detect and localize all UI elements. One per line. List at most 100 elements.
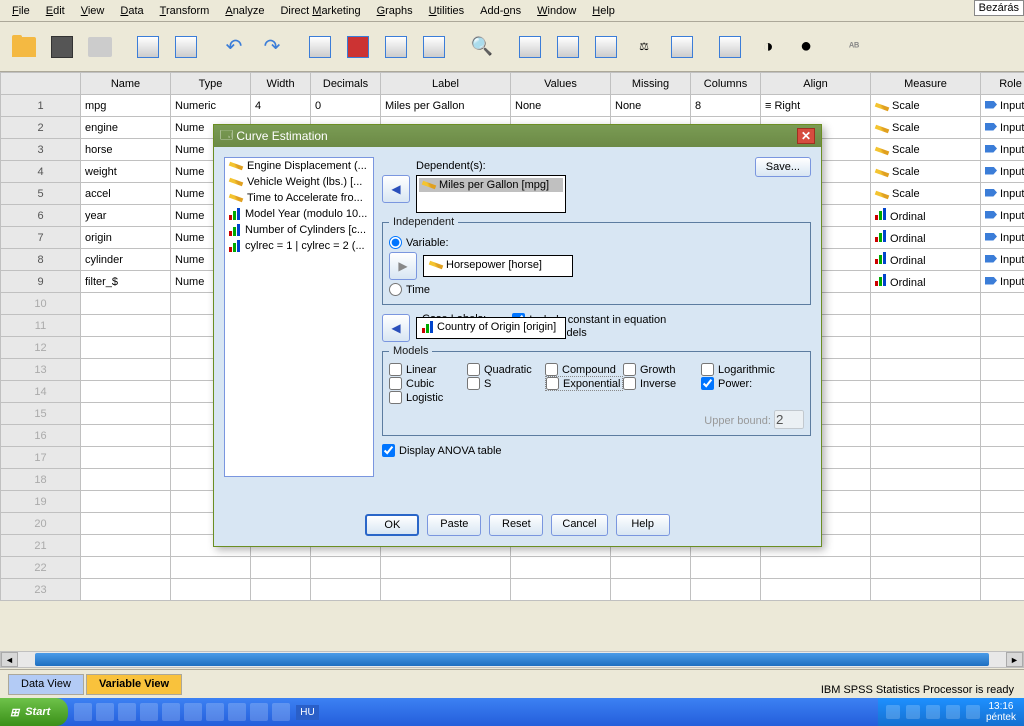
paste-button[interactable]: Paste [427, 514, 481, 536]
reset-button[interactable]: Reset [489, 514, 543, 536]
start-button[interactable]: ⊞ Start [0, 698, 68, 726]
model-compound-check[interactable] [545, 363, 558, 376]
language-indicator[interactable]: HU [296, 705, 318, 720]
menu-direct-marketing[interactable]: Direct Marketing [272, 5, 368, 17]
display-anova-check[interactable] [382, 444, 395, 457]
move-caselabel-button[interactable] [382, 314, 410, 342]
column-header[interactable]: Name [81, 73, 171, 95]
grid2-button[interactable] [168, 29, 204, 65]
help-button[interactable]: Help [616, 514, 670, 536]
cancel-button[interactable]: Cancel [551, 514, 607, 536]
menu-utilities[interactable]: Utilities [421, 5, 472, 17]
column-header[interactable]: Width [251, 73, 311, 95]
menu-edit[interactable]: Edit [38, 5, 73, 17]
clock: 13:16péntek [986, 701, 1016, 723]
dialog-titlebar[interactable]: 🗔 Curve Estimation ✕ [214, 125, 821, 147]
grid-button[interactable] [130, 29, 166, 65]
open-button[interactable] [6, 29, 42, 65]
table-row[interactable]: 1mpgNumeric40Miles per GallonNoneNone8≡ … [1, 95, 1024, 117]
model-cubic-check[interactable] [389, 377, 402, 390]
redo-button[interactable] [254, 29, 290, 65]
systray[interactable]: 13:16péntek [878, 698, 1024, 726]
scale-icon [229, 162, 244, 171]
tool-button[interactable] [550, 29, 586, 65]
model-linear-check[interactable] [389, 363, 402, 376]
tool-button[interactable]: ● [788, 29, 824, 65]
variable-list-item[interactable]: Engine Displacement (... [225, 158, 373, 174]
column-header[interactable]: Missing [611, 73, 691, 95]
model-quadratic-check[interactable] [467, 363, 480, 376]
tool-button[interactable] [664, 29, 700, 65]
variable-list[interactable]: Engine Displacement (...Vehicle Weight (… [224, 157, 374, 477]
data-view-tab[interactable]: Data View [8, 674, 84, 695]
column-header[interactable]: Decimals [311, 73, 381, 95]
model-logarithmic-check[interactable] [701, 363, 714, 376]
scale-icon [875, 124, 890, 133]
model-exponential-check[interactable] [546, 377, 559, 390]
tool-button[interactable] [712, 29, 748, 65]
model-power-check[interactable] [701, 377, 714, 390]
model-inverse-check[interactable] [623, 377, 636, 390]
variable-list-item[interactable]: Number of Cylinders [c... [225, 222, 373, 238]
status-bar: IBM SPSS Statistics Processor is ready [815, 682, 1020, 698]
dialog-close-button[interactable]: ✕ [797, 128, 815, 144]
variable-list-item[interactable]: Time to Accelerate fro... [225, 190, 373, 206]
column-header[interactable]: Values [511, 73, 611, 95]
quicklaunch[interactable] [74, 703, 290, 721]
move-dependent-button[interactable] [382, 175, 410, 203]
column-header[interactable]: Align [761, 73, 871, 95]
ordinal-icon [875, 230, 887, 242]
variable-list-item[interactable]: cylrec = 1 | cylrec = 2 (... [225, 238, 373, 254]
menu-help[interactable]: Help [584, 5, 623, 17]
menu-file[interactable]: File [4, 5, 38, 17]
taskbar: ⊞ Start HU 13:16péntek [0, 698, 1024, 726]
tool-button[interactable]: ⚖ [626, 29, 662, 65]
move-independent-button[interactable] [389, 252, 417, 280]
model-growth-check[interactable] [623, 363, 636, 376]
tool-button[interactable] [512, 29, 548, 65]
tool-button[interactable] [588, 29, 624, 65]
tool-button[interactable] [416, 29, 452, 65]
dependent-field[interactable]: Miles per Gallon [mpg] [416, 175, 566, 213]
save-button[interactable] [44, 29, 80, 65]
independent-field[interactable]: Horsepower [horse] [423, 255, 573, 277]
column-header[interactable]: Label [381, 73, 511, 95]
table-row[interactable]: 22 [1, 557, 1024, 579]
tool-button[interactable] [340, 29, 376, 65]
menu-data[interactable]: Data [112, 5, 151, 17]
tool-button[interactable] [302, 29, 338, 65]
case-labels-field[interactable]: Country of Origin [origin] [416, 317, 566, 339]
undo-button[interactable] [216, 29, 252, 65]
model-s-check[interactable] [467, 377, 480, 390]
horizontal-scrollbar[interactable]: ◄► [0, 651, 1024, 668]
table-row[interactable]: 23 [1, 579, 1024, 601]
input-icon [985, 255, 997, 263]
menu-analyze[interactable]: Analyze [217, 5, 272, 17]
column-header[interactable]: Type [171, 73, 251, 95]
variable-view-tab[interactable]: Variable View [86, 674, 182, 695]
ok-button[interactable]: OK [365, 514, 419, 536]
variable-radio[interactable] [389, 236, 402, 249]
dialog-title: Curve Estimation [236, 129, 327, 143]
tool-button[interactable]: ◑ [750, 29, 786, 65]
menu-view[interactable]: View [73, 5, 113, 17]
find-button[interactable]: 🔍 [464, 29, 500, 65]
time-radio[interactable] [389, 283, 402, 296]
column-header[interactable]: Columns [691, 73, 761, 95]
ordinal-icon [229, 208, 241, 220]
variable-list-item[interactable]: Vehicle Weight (lbs.) [... [225, 174, 373, 190]
column-header[interactable]: Role [981, 73, 1024, 95]
tool-button[interactable] [378, 29, 414, 65]
menu-graphs[interactable]: Graphs [369, 5, 421, 17]
model-logistic-check[interactable] [389, 391, 402, 404]
windows-icon: ⊞ [10, 706, 19, 719]
print-button[interactable] [82, 29, 118, 65]
column-header[interactable]: Measure [871, 73, 981, 95]
variable-list-item[interactable]: Model Year (modulo 10... [225, 206, 373, 222]
menu-addons[interactable]: Add-ons [472, 5, 529, 17]
spell-button[interactable]: ᴬᴮ [836, 29, 872, 65]
dialog-save-button[interactable]: Save... [755, 157, 811, 177]
menu-transform[interactable]: Transform [152, 5, 218, 17]
window-close-button[interactable]: Bezárás [974, 0, 1024, 16]
menu-window[interactable]: Window [529, 5, 584, 17]
